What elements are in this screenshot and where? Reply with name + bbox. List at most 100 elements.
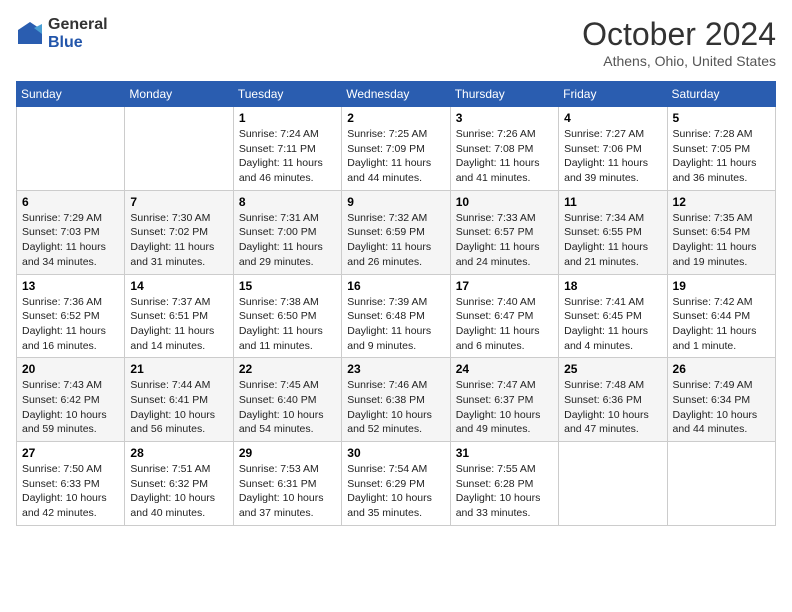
month-title: October 2024 — [582, 16, 776, 53]
calendar-week-row: 13 Sunrise: 7:36 AM Sunset: 6:52 PM Dayli… — [17, 274, 776, 358]
calendar-cell: 11 Sunrise: 7:34 AM Sunset: 6:55 PM Dayli… — [559, 190, 667, 274]
day-info: Sunrise: 7:47 AM Sunset: 6:37 PM Dayligh… — [456, 378, 553, 437]
calendar-cell — [17, 107, 125, 191]
weekday-header-sunday: Sunday — [17, 82, 125, 107]
calendar-week-row: 1 Sunrise: 7:24 AM Sunset: 7:11 PM Daylig… — [17, 107, 776, 191]
calendar-cell: 8 Sunrise: 7:31 AM Sunset: 7:00 PM Daylig… — [233, 190, 341, 274]
calendar-cell: 25 Sunrise: 7:48 AM Sunset: 6:36 PM Dayli… — [559, 358, 667, 442]
calendar-cell: 12 Sunrise: 7:35 AM Sunset: 6:54 PM Dayli… — [667, 190, 775, 274]
day-info: Sunrise: 7:55 AM Sunset: 6:28 PM Dayligh… — [456, 462, 553, 521]
location-title: Athens, Ohio, United States — [582, 53, 776, 69]
calendar-cell: 27Sunrise: 7:50 AM Sunset: 6:33 PM Dayli… — [17, 442, 125, 526]
day-number: 4 — [564, 111, 661, 125]
day-number: 15 — [239, 279, 336, 293]
calendar-cell: 24Sunrise: 7:47 AM Sunset: 6:37 PM Dayli… — [450, 358, 558, 442]
day-info: Sunrise: 7:46 AM Sunset: 6:38 PM Dayligh… — [347, 378, 444, 437]
day-info: Sunrise: 7:31 AM Sunset: 7:00 PM Dayligh… — [239, 211, 336, 270]
calendar-cell: 15Sunrise: 7:38 AM Sunset: 6:50 PM Dayli… — [233, 274, 341, 358]
calendar-cell — [667, 442, 775, 526]
calendar-cell — [559, 442, 667, 526]
day-number: 1 — [239, 111, 336, 125]
day-info: Sunrise: 7:30 AM Sunset: 7:02 PM Dayligh… — [130, 211, 227, 270]
calendar-cell: 14 Sunrise: 7:37 AM Sunset: 6:51 PM Dayli… — [125, 274, 233, 358]
day-number: 2 — [347, 111, 444, 125]
calendar-cell: 23 Sunrise: 7:46 AM Sunset: 6:38 PM Dayli… — [342, 358, 450, 442]
calendar-cell: 19Sunrise: 7:42 AM Sunset: 6:44 PM Dayli… — [667, 274, 775, 358]
day-info: Sunrise: 7:26 AM Sunset: 7:08 PM Dayligh… — [456, 127, 553, 186]
day-number: 11 — [564, 195, 661, 209]
day-info: Sunrise: 7:51 AM Sunset: 6:32 PM Dayligh… — [130, 462, 227, 521]
day-info: Sunrise: 7:28 AM Sunset: 7:05 PM Dayligh… — [673, 127, 770, 186]
day-info: Sunrise: 7:45 AM Sunset: 6:40 PM Dayligh… — [239, 378, 336, 437]
day-info: Sunrise: 7:49 AM Sunset: 6:34 PM Dayligh… — [673, 378, 770, 437]
day-number: 18 — [564, 279, 661, 293]
calendar-cell: 20Sunrise: 7:43 AM Sunset: 6:42 PM Dayli… — [17, 358, 125, 442]
day-number: 9 — [347, 195, 444, 209]
logo-text: General Blue — [48, 16, 108, 51]
day-number: 6 — [22, 195, 119, 209]
day-number: 7 — [130, 195, 227, 209]
calendar-body: 1 Sunrise: 7:24 AM Sunset: 7:11 PM Daylig… — [17, 107, 776, 526]
calendar-cell: 28 Sunrise: 7:51 AM Sunset: 6:32 PM Dayli… — [125, 442, 233, 526]
calendar-cell: 21Sunrise: 7:44 AM Sunset: 6:41 PM Dayli… — [125, 358, 233, 442]
day-number: 8 — [239, 195, 336, 209]
day-number: 29 — [239, 446, 336, 460]
calendar-cell: 29Sunrise: 7:53 AM Sunset: 6:31 PM Dayli… — [233, 442, 341, 526]
calendar-week-row: 27Sunrise: 7:50 AM Sunset: 6:33 PM Dayli… — [17, 442, 776, 526]
day-number: 12 — [673, 195, 770, 209]
logo-blue: Blue — [48, 34, 108, 52]
day-info: Sunrise: 7:24 AM Sunset: 7:11 PM Dayligh… — [239, 127, 336, 186]
day-number: 25 — [564, 362, 661, 376]
day-info: Sunrise: 7:32 AM Sunset: 6:59 PM Dayligh… — [347, 211, 444, 270]
day-info: Sunrise: 7:34 AM Sunset: 6:55 PM Dayligh… — [564, 211, 661, 270]
weekday-header-thursday: Thursday — [450, 82, 558, 107]
calendar-table: SundayMondayTuesdayWednesdayThursdayFrid… — [16, 81, 776, 526]
day-number: 17 — [456, 279, 553, 293]
day-number: 23 — [347, 362, 444, 376]
calendar-cell — [125, 107, 233, 191]
day-number: 16 — [347, 279, 444, 293]
day-number: 19 — [673, 279, 770, 293]
calendar-cell: 13 Sunrise: 7:36 AM Sunset: 6:52 PM Dayli… — [17, 274, 125, 358]
day-info: Sunrise: 7:36 AM Sunset: 6:52 PM Dayligh… — [22, 295, 119, 354]
calendar-cell: 18 Sunrise: 7:41 AM Sunset: 6:45 PM Dayli… — [559, 274, 667, 358]
day-info: Sunrise: 7:39 AM Sunset: 6:48 PM Dayligh… — [347, 295, 444, 354]
day-info: Sunrise: 7:35 AM Sunset: 6:54 PM Dayligh… — [673, 211, 770, 270]
day-number: 27 — [22, 446, 119, 460]
day-info: Sunrise: 7:29 AM Sunset: 7:03 PM Dayligh… — [22, 211, 119, 270]
calendar-cell: 2 Sunrise: 7:25 AM Sunset: 7:09 PM Daylig… — [342, 107, 450, 191]
calendar-cell: 1 Sunrise: 7:24 AM Sunset: 7:11 PM Daylig… — [233, 107, 341, 191]
day-info: Sunrise: 7:40 AM Sunset: 6:47 PM Dayligh… — [456, 295, 553, 354]
logo: General Blue — [16, 16, 108, 51]
day-info: Sunrise: 7:43 AM Sunset: 6:42 PM Dayligh… — [22, 378, 119, 437]
calendar-cell: 10Sunrise: 7:33 AM Sunset: 6:57 PM Dayli… — [450, 190, 558, 274]
calendar-cell: 30 Sunrise: 7:54 AM Sunset: 6:29 PM Dayli… — [342, 442, 450, 526]
day-number: 10 — [456, 195, 553, 209]
day-info: Sunrise: 7:48 AM Sunset: 6:36 PM Dayligh… — [564, 378, 661, 437]
page-header: General Blue October 2024 Athens, Ohio, … — [16, 16, 776, 69]
day-number: 28 — [130, 446, 227, 460]
day-info: Sunrise: 7:27 AM Sunset: 7:06 PM Dayligh… — [564, 127, 661, 186]
calendar-week-row: 6 Sunrise: 7:29 AM Sunset: 7:03 PM Daylig… — [17, 190, 776, 274]
calendar-cell: 5 Sunrise: 7:28 AM Sunset: 7:05 PM Daylig… — [667, 107, 775, 191]
day-info: Sunrise: 7:44 AM Sunset: 6:41 PM Dayligh… — [130, 378, 227, 437]
calendar-cell: 9 Sunrise: 7:32 AM Sunset: 6:59 PM Daylig… — [342, 190, 450, 274]
day-info: Sunrise: 7:54 AM Sunset: 6:29 PM Dayligh… — [347, 462, 444, 521]
calendar-cell: 6 Sunrise: 7:29 AM Sunset: 7:03 PM Daylig… — [17, 190, 125, 274]
logo-general: General — [48, 16, 108, 34]
day-number: 3 — [456, 111, 553, 125]
day-info: Sunrise: 7:37 AM Sunset: 6:51 PM Dayligh… — [130, 295, 227, 354]
day-number: 14 — [130, 279, 227, 293]
weekday-header-friday: Friday — [559, 82, 667, 107]
day-info: Sunrise: 7:41 AM Sunset: 6:45 PM Dayligh… — [564, 295, 661, 354]
day-number: 5 — [673, 111, 770, 125]
title-block: October 2024 Athens, Ohio, United States — [582, 16, 776, 69]
calendar-cell: 16 Sunrise: 7:39 AM Sunset: 6:48 PM Dayli… — [342, 274, 450, 358]
calendar-cell: 7 Sunrise: 7:30 AM Sunset: 7:02 PM Daylig… — [125, 190, 233, 274]
day-number: 13 — [22, 279, 119, 293]
day-info: Sunrise: 7:25 AM Sunset: 7:09 PM Dayligh… — [347, 127, 444, 186]
day-number: 30 — [347, 446, 444, 460]
weekday-header-monday: Monday — [125, 82, 233, 107]
calendar-cell: 4 Sunrise: 7:27 AM Sunset: 7:06 PM Daylig… — [559, 107, 667, 191]
calendar-cell: 17 Sunrise: 7:40 AM Sunset: 6:47 PM Dayli… — [450, 274, 558, 358]
